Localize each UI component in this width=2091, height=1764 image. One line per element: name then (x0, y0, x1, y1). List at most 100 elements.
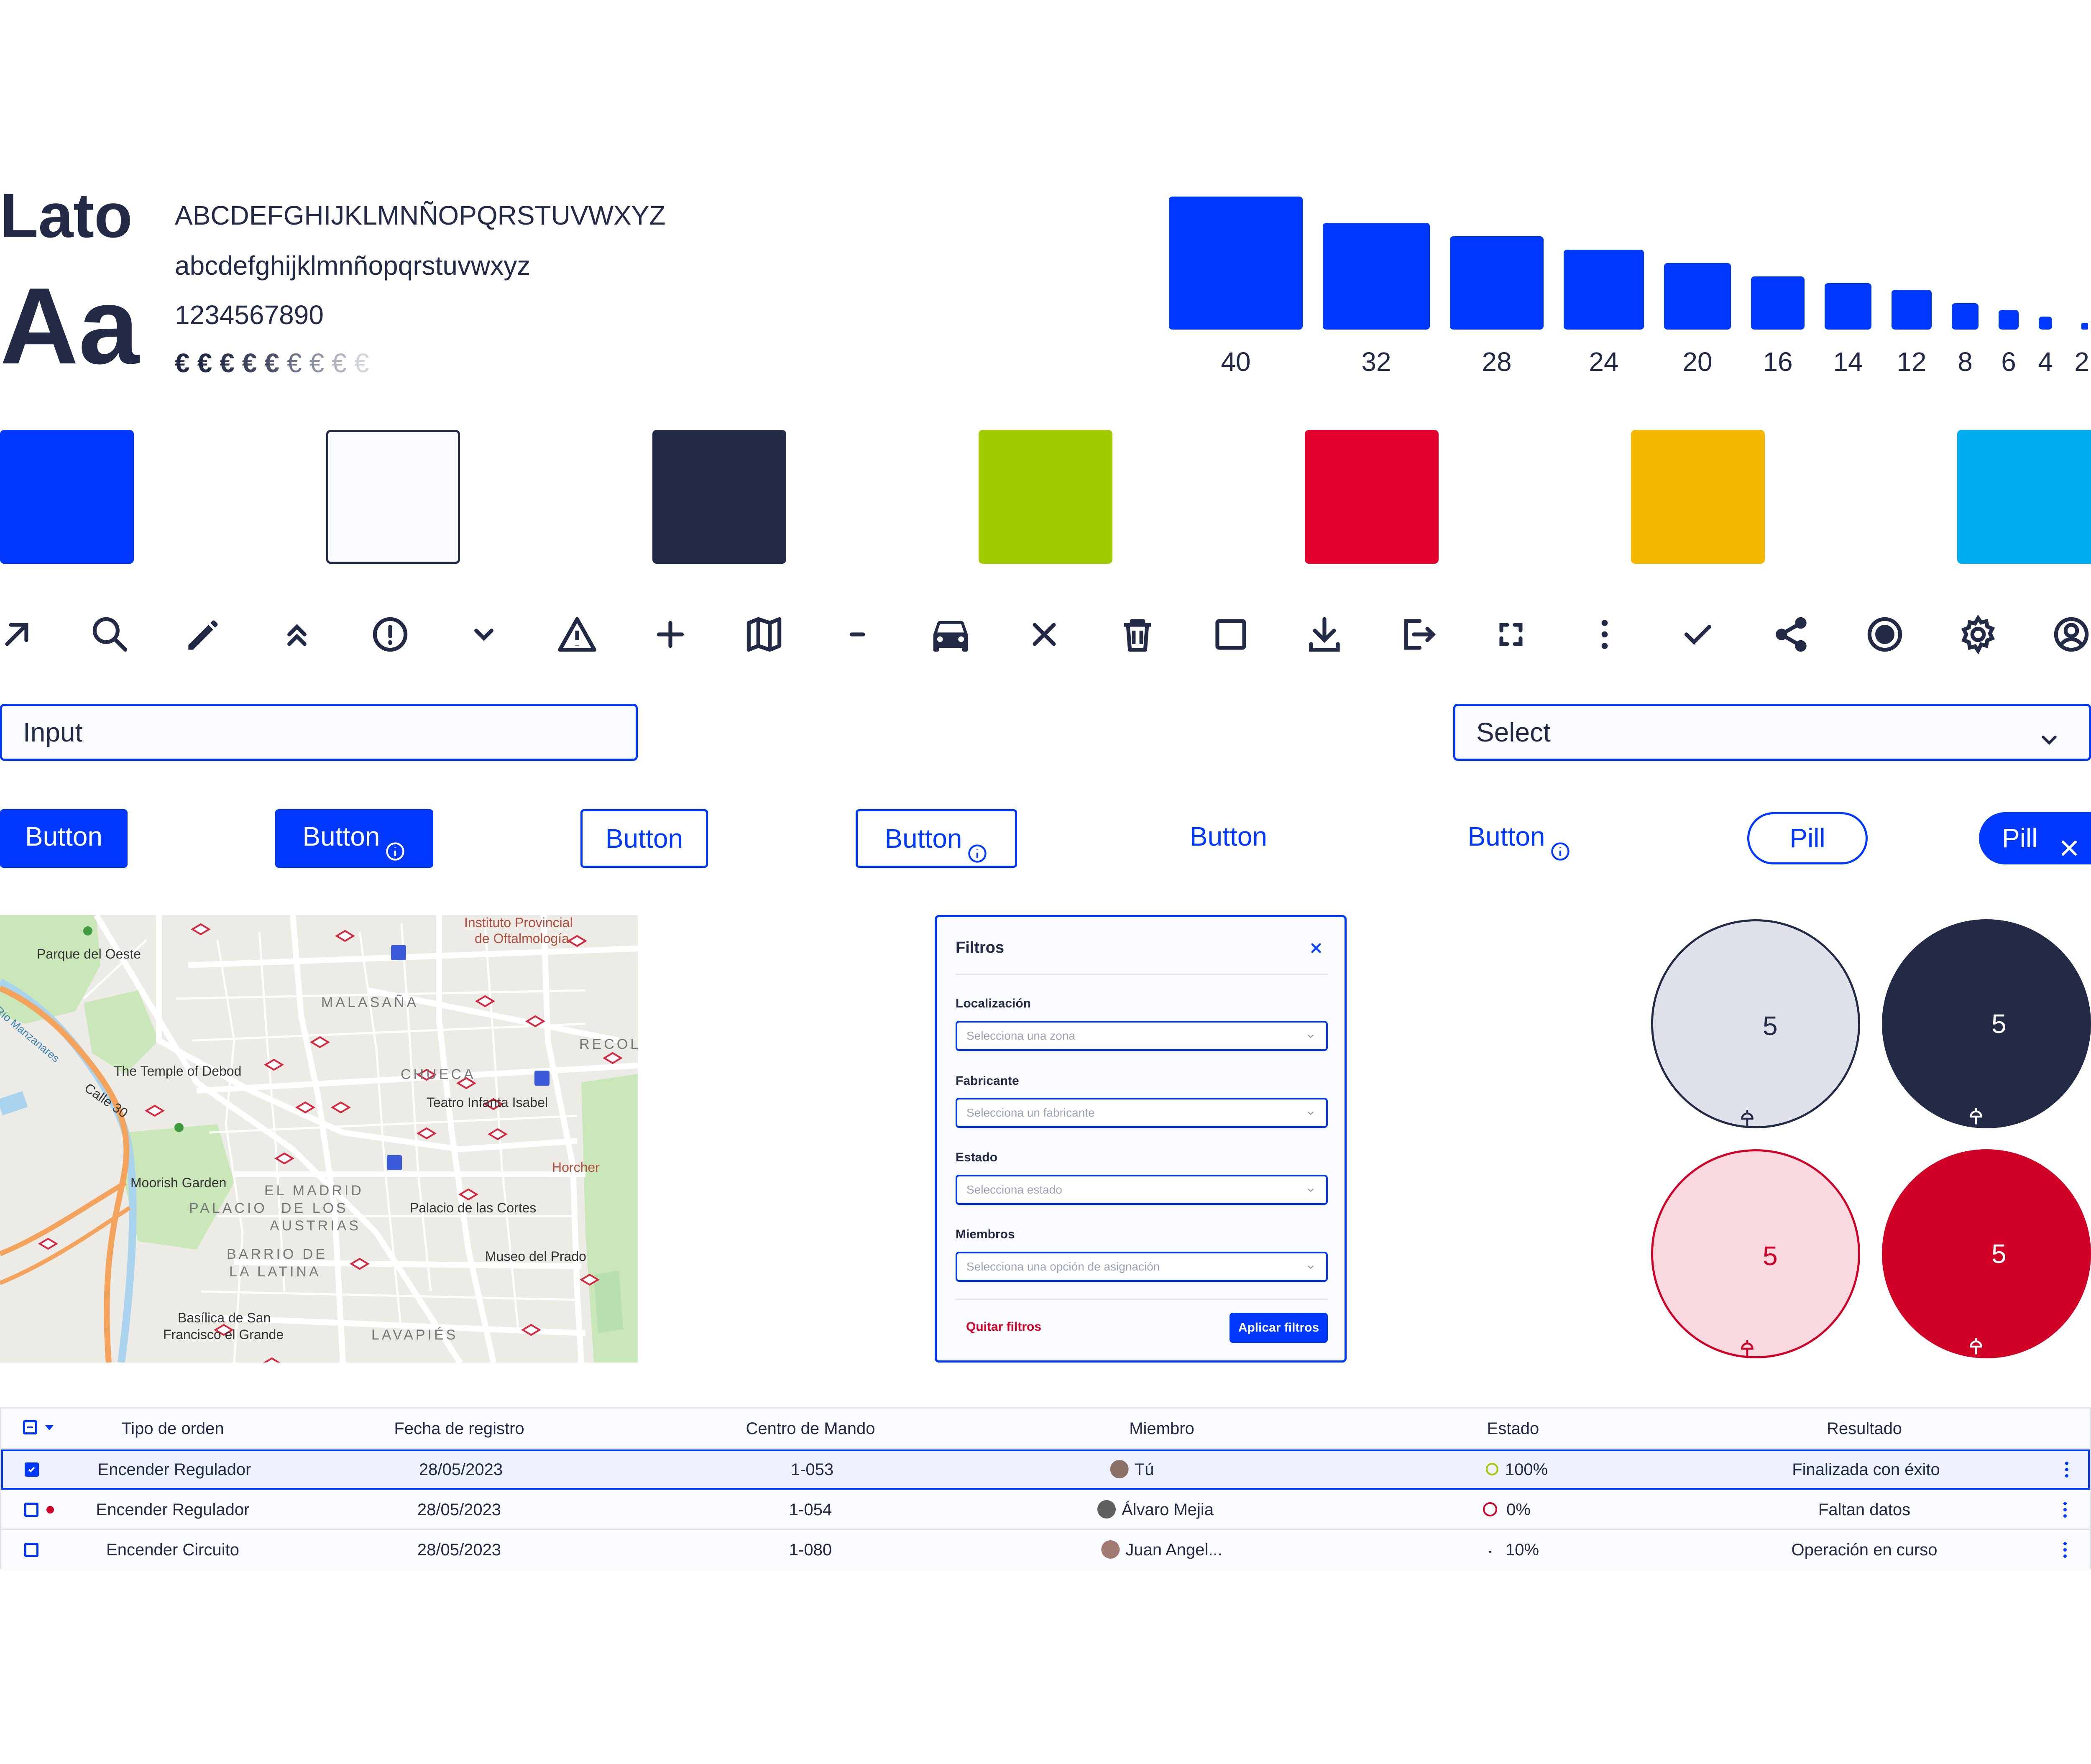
alert-circle-icon (367, 611, 413, 657)
font-name: Lato (0, 180, 133, 251)
map-label: Basílica de San (178, 1310, 271, 1325)
secondary-button[interactable]: Button (580, 809, 708, 868)
select-all-checkbox[interactable] (23, 1420, 37, 1434)
size-label: 24 (1589, 347, 1619, 377)
clear-filters-button[interactable]: Quitar filtros (966, 1320, 1041, 1334)
text-button[interactable]: Button (1165, 809, 1292, 868)
map-icon (741, 611, 787, 657)
map-view[interactable]: Instituto Provincial de Oftalmología Par… (0, 915, 638, 1363)
map-label: MALASAÑA (321, 994, 419, 1010)
close-icon (1021, 611, 1067, 657)
logout-icon (1395, 611, 1441, 657)
map-label: de Oftalmología (475, 931, 569, 946)
pill-filled[interactable]: Pill (1979, 812, 2091, 864)
size-square-24 (1564, 250, 1644, 330)
map-label: PALACIO (189, 1200, 267, 1216)
row-checkbox[interactable] (25, 1462, 39, 1477)
more-vertical-icon[interactable] (2063, 1542, 2067, 1558)
size-square-20 (1664, 263, 1731, 330)
minus-icon (834, 611, 880, 657)
column-header[interactable]: Estado (1487, 1409, 1539, 1449)
field-label: Localización (956, 997, 1031, 1010)
table-header: Tipo de orden Fecha de registro Centro d… (1, 1409, 2090, 1450)
select-value: Select (1476, 717, 1551, 747)
order-type: Encender Circuito (106, 1541, 239, 1559)
table-row[interactable]: Encender Regulador 28/05/2023 1-054 Álva… (1, 1490, 2090, 1530)
column-header[interactable]: Miembro (1129, 1409, 1194, 1449)
info-icon (966, 828, 988, 863)
size-label: 32 (1361, 347, 1391, 377)
status-select[interactable]: Selecciona estado (956, 1175, 1328, 1205)
map-label: Palacio de las Cortes (410, 1200, 537, 1215)
avatar (1097, 1500, 1116, 1519)
row-checkbox[interactable] (24, 1543, 38, 1557)
row-checkbox[interactable] (24, 1503, 38, 1517)
map-label: Parque del Oeste (37, 946, 141, 961)
result: Finalizada con éxito (1792, 1460, 1940, 1479)
pill-label: Pill (2002, 823, 2038, 853)
close-icon[interactable] (2057, 826, 2082, 856)
order-type: Encender Regulador (97, 1460, 251, 1479)
column-header[interactable]: Centro de Mando (746, 1409, 875, 1449)
pencil-icon (181, 611, 227, 657)
member: Tú (1110, 1451, 1154, 1488)
button-label: Button (25, 821, 103, 851)
cluster-marker[interactable]: 5 (1651, 919, 1860, 1128)
caret-down-icon[interactable] (45, 1425, 54, 1433)
primary-button-with-info[interactable]: Button (275, 809, 433, 868)
lowercase-sample: abcdefghijklmnñopqrstuvwxyz (175, 251, 531, 281)
size-square-16 (1751, 276, 1805, 330)
members-select[interactable]: Selecciona una opción de asignación (956, 1252, 1328, 1282)
close-icon[interactable] (1307, 939, 1325, 957)
progress-ring-icon (1483, 1539, 1497, 1553)
button-label: Button (1189, 821, 1268, 851)
size-square-40 (1169, 197, 1303, 330)
text-button-with-info[interactable]: Button (1439, 809, 1600, 868)
size-square-32 (1323, 223, 1430, 330)
button-label: Button (884, 823, 962, 854)
swatch-warning (1631, 430, 1765, 564)
map-label: Horcher (552, 1160, 600, 1175)
search-icon (87, 611, 133, 657)
primary-button[interactable]: Button (0, 809, 128, 868)
swatch-success (979, 430, 1112, 564)
manufacturer-select[interactable]: Selecciona un fabricante (956, 1098, 1328, 1128)
currency-sample: € € € € € € € € € (175, 346, 376, 380)
column-header[interactable]: Fecha de registro (394, 1409, 524, 1449)
filters-panel: Filtros Localización Selecciona una zona… (935, 915, 1347, 1363)
size-square-2 (2081, 323, 2088, 330)
pill-outline[interactable]: Pill (1747, 812, 1868, 864)
table-row[interactable]: Encender Circuito 28/05/2023 1-080 Juan … (1, 1530, 2090, 1570)
order-date: 28/05/2023 (417, 1541, 501, 1559)
result: Faltan datos (1818, 1501, 1911, 1519)
select-field[interactable]: Select (1453, 704, 2091, 761)
uppercase-sample: ABCDEFGHIJKLMNÑOPQRSTUVWXYZ (175, 200, 666, 230)
text-input[interactable]: Input (0, 704, 638, 761)
size-label: 2 (2074, 347, 2089, 377)
fullscreen-icon (1488, 611, 1534, 657)
streetlight-icon (1737, 1245, 1758, 1357)
more-vertical-icon[interactable] (2065, 1461, 2069, 1478)
orders-table: Tipo de orden Fecha de registro Centro d… (0, 1407, 2091, 1570)
more-vertical-icon[interactable] (2063, 1501, 2067, 1518)
cluster-marker[interactable]: 5 (1882, 1149, 2091, 1358)
cluster-marker[interactable]: 5 (1651, 1149, 1860, 1358)
secondary-button-with-info[interactable]: Button (856, 809, 1017, 868)
status-value: 10% (1505, 1541, 1539, 1559)
warning-triangle-icon (554, 611, 600, 657)
column-header[interactable]: Resultado (1827, 1409, 1902, 1449)
info-icon (1549, 826, 1571, 861)
command-center: 1-080 (789, 1541, 832, 1559)
swatch-primary (0, 430, 134, 564)
apply-filters-button[interactable]: Aplicar filtros (1230, 1313, 1328, 1343)
user-circle-icon (2048, 611, 2091, 657)
cluster-marker[interactable]: 5 (1882, 919, 2091, 1128)
location-select[interactable]: Selecciona una zona (956, 1021, 1328, 1051)
size-square-14 (1825, 283, 1871, 330)
size-square-8 (1952, 303, 1979, 330)
currency-glyph: € (220, 348, 235, 378)
table-row[interactable]: Encender Regulador 28/05/2023 1-053 Tú 1… (1, 1450, 2090, 1490)
field-label: Miembros (956, 1227, 1015, 1241)
column-header[interactable]: Tipo de orden (121, 1409, 224, 1449)
square-icon (1208, 611, 1254, 657)
